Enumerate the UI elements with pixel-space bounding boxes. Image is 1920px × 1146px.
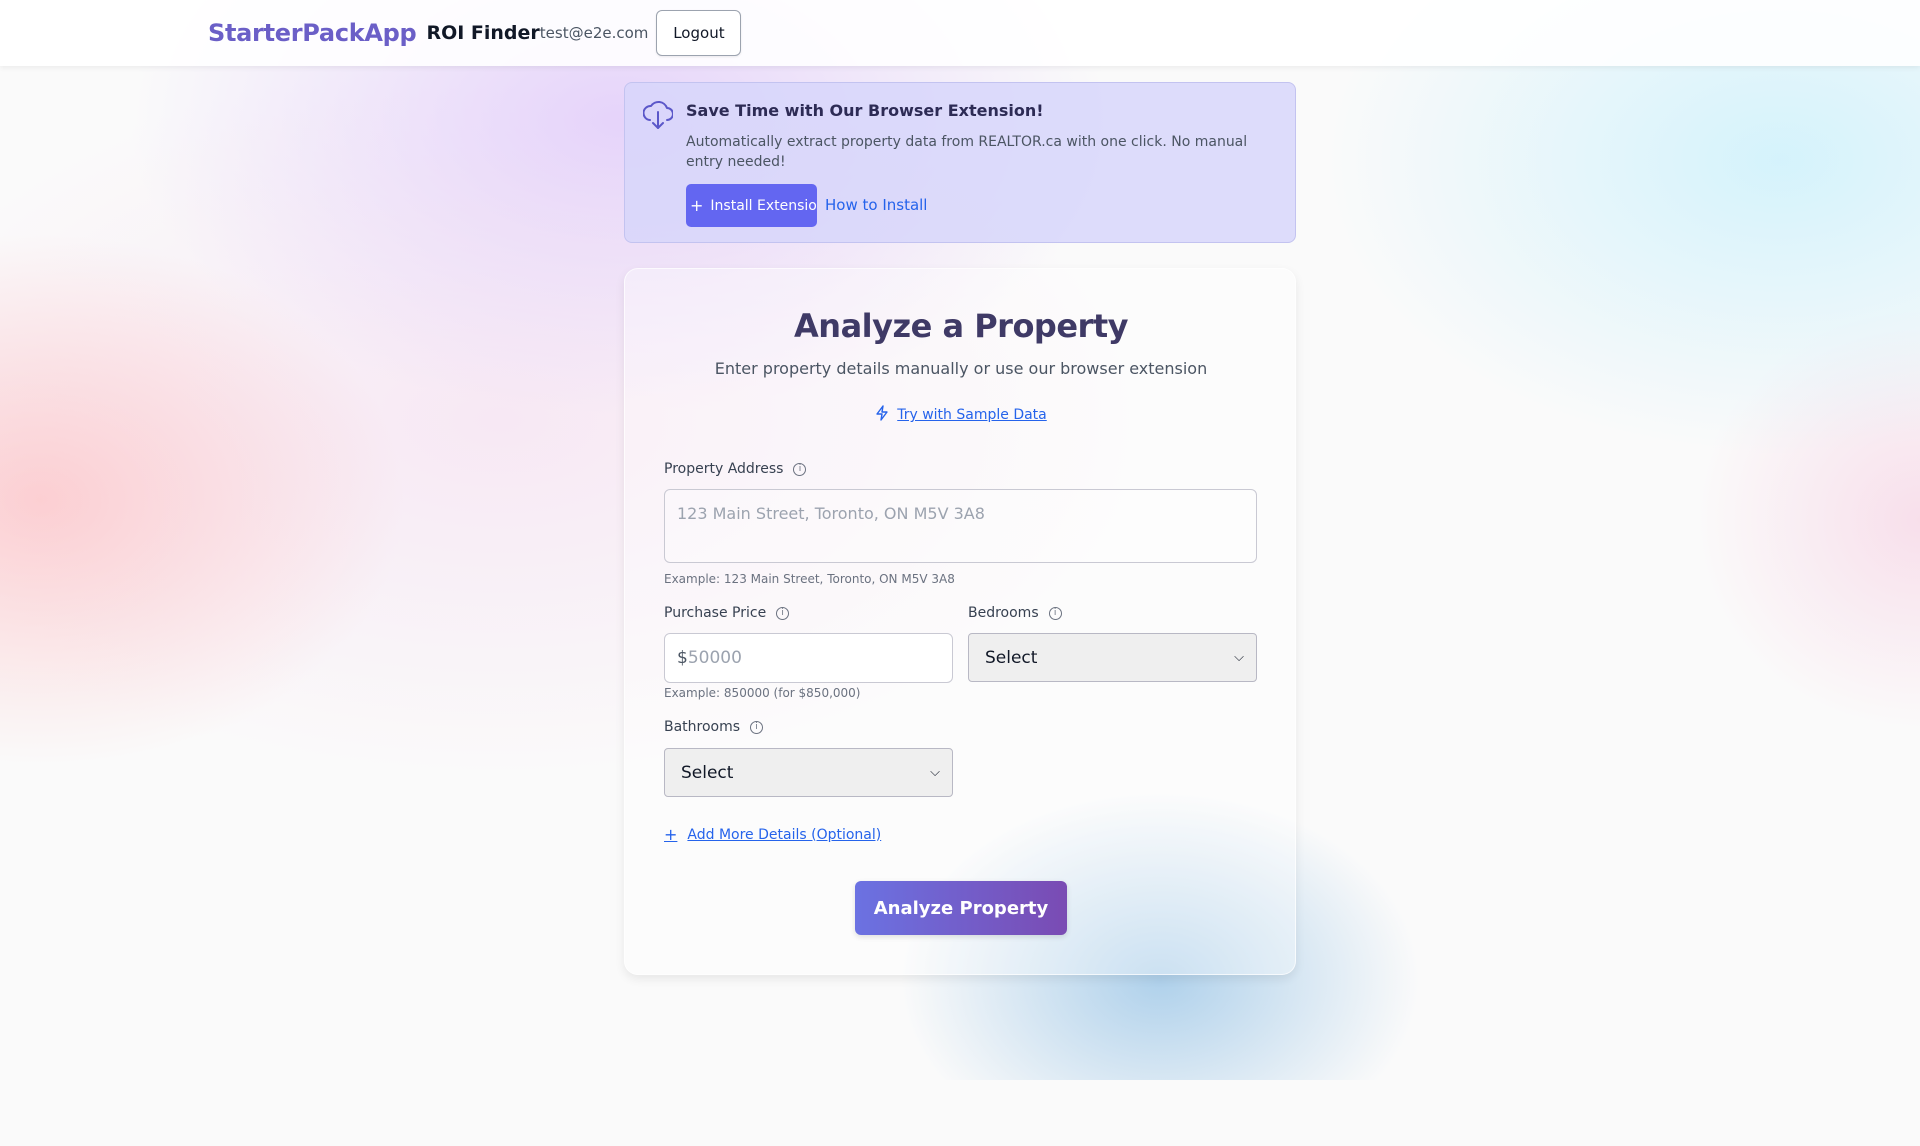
info-icon[interactable]: i: [750, 720, 764, 734]
analyze-property-card: Analyze a Property Enter property detail…: [624, 268, 1296, 975]
cloud-download-icon: [642, 99, 674, 131]
app-title: ROI Finder: [426, 22, 540, 44]
install-extension-button[interactable]: + Install Extension: [686, 184, 817, 227]
bedrooms-selected-value: Select: [985, 647, 1038, 668]
extension-banner: Save Time with Our Browser Extension! Au…: [624, 82, 1296, 243]
purchase-price-hint: Example: 850000 (for $850,000): [664, 686, 861, 700]
logout-button[interactable]: Logout: [656, 10, 742, 56]
try-sample-data-label: Try with Sample Data: [897, 407, 1047, 423]
plus-icon: +: [664, 825, 678, 844]
add-more-details-label: Add More Details (Optional): [687, 826, 882, 843]
purchase-price-label-text: Purchase Price: [664, 605, 767, 621]
bedrooms-select[interactable]: Select ⌵: [968, 633, 1257, 682]
banner-title: Save Time with Our Browser Extension!: [686, 101, 1044, 120]
property-address-hint: Example: 123 Main Street, Toronto, ON M5…: [664, 572, 955, 586]
bedrooms-label-text: Bedrooms: [968, 605, 1039, 621]
try-sample-data-link[interactable]: Try with Sample Data: [625, 405, 1297, 425]
top-header: StarterPackApp ROI Finder test@e2e.com L…: [0, 0, 1920, 66]
purchase-price-label: Purchase Price i: [664, 605, 790, 621]
add-more-details-link[interactable]: + Add More Details (Optional): [664, 825, 881, 844]
lightning-icon: [875, 405, 889, 425]
how-to-install-link[interactable]: How to Install: [825, 196, 927, 214]
property-address-input[interactable]: [664, 489, 1257, 563]
analyze-property-button[interactable]: Analyze Property: [855, 881, 1067, 935]
bathrooms-selected-value: Select: [681, 762, 734, 783]
info-icon[interactable]: i: [1048, 606, 1062, 620]
page-subtitle: Enter property details manually or use o…: [714, 359, 1208, 378]
purchase-price-input[interactable]: [687, 648, 928, 668]
bedrooms-label: Bedrooms i: [968, 605, 1062, 621]
user-email: test@e2e.com: [539, 24, 649, 42]
currency-symbol: $: [677, 648, 688, 668]
brand-logo[interactable]: StarterPackApp: [208, 19, 417, 47]
purchase-price-field[interactable]: $: [664, 633, 953, 683]
plus-icon: +: [690, 196, 704, 215]
bathrooms-label-text: Bathrooms: [664, 719, 741, 735]
chevron-down-icon: ⌵: [1234, 650, 1244, 665]
install-extension-label: Install Extension: [710, 197, 817, 214]
info-icon[interactable]: i: [793, 462, 807, 476]
page-title: Analyze a Property: [794, 307, 1128, 345]
property-address-label-text: Property Address: [664, 461, 784, 477]
property-address-label: Property Address i: [664, 461, 807, 477]
chevron-down-icon: ⌵: [930, 765, 940, 780]
banner-text: Automatically extract property data from…: [686, 134, 1248, 170]
info-icon[interactable]: i: [776, 606, 790, 620]
bathrooms-select[interactable]: Select ⌵: [664, 748, 953, 797]
bathrooms-label: Bathrooms i: [664, 719, 764, 735]
